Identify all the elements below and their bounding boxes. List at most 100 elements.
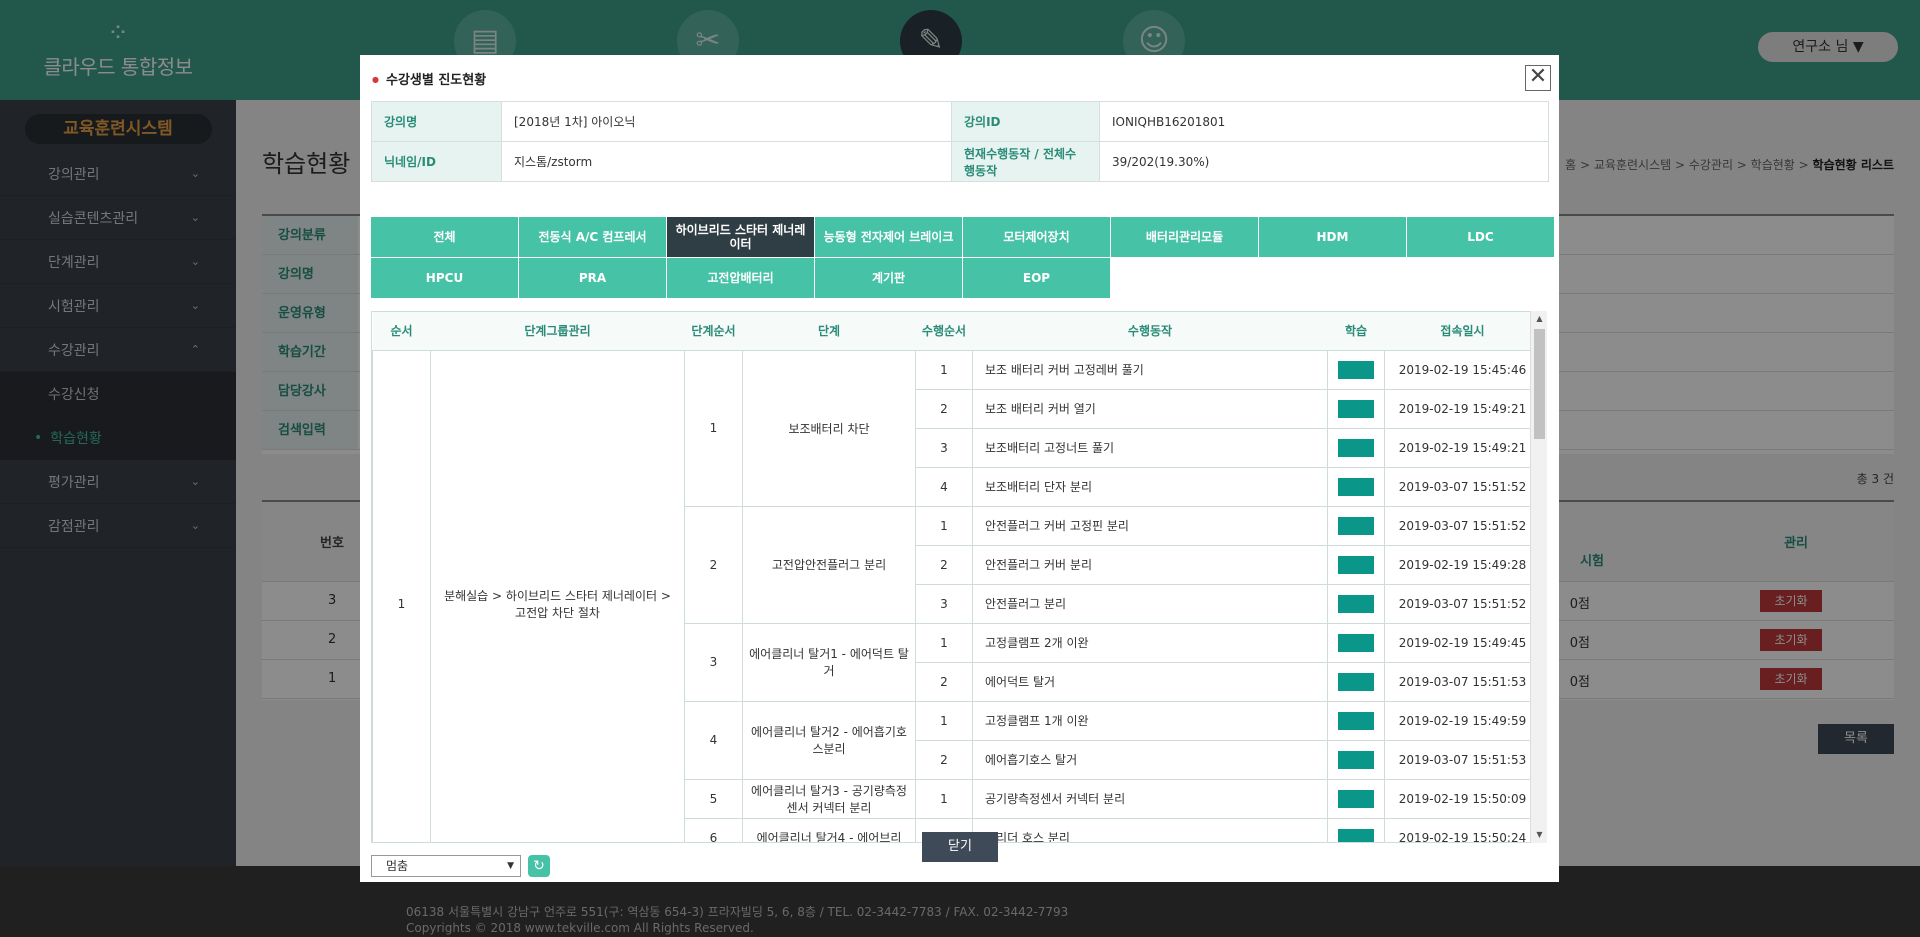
learn-status-icon	[1338, 711, 1374, 730]
tab-category[interactable]: LDC	[1407, 217, 1554, 257]
action-seq: 3	[915, 427, 973, 468]
action-seq: 1	[915, 778, 973, 819]
access-time: 2019-02-19 15:49:45	[1384, 622, 1538, 663]
access-time: 2019-02-19 15:50:24	[1384, 817, 1538, 842]
column-header: 수행동작	[972, 312, 1328, 351]
close-icon[interactable]: ✕	[1525, 65, 1551, 91]
course-id-label: 강의ID	[951, 101, 1100, 142]
column-header: 순서	[372, 312, 431, 351]
action-seq: 1	[915, 700, 973, 741]
action-name: 에어흡기호스 탈거	[972, 739, 1328, 780]
action-seq: 4	[915, 466, 973, 507]
learn-status-icon	[1338, 438, 1374, 457]
tab-category[interactable]: PRA	[519, 258, 666, 298]
step-order: 5	[684, 778, 743, 819]
progress-modal: 수강생별 진도현황 ✕ 강의명 [2018년 1차] 아이오닉 강의ID ION…	[360, 55, 1559, 882]
grid-body: 1 분해실습 > 하이브리드 스타터 제너레이터 > 고전압 차단 절차 1 보조배터…	[372, 349, 1538, 842]
action-seq: 1	[915, 622, 973, 663]
grid-header-row: 순서 단계그룹관리 단계순서 단계 수행순서 수행동작 학습 접속일시	[372, 312, 1538, 351]
column-header: 접속일시	[1384, 312, 1538, 351]
learn-status-icon	[1338, 477, 1374, 496]
access-time: 2019-03-07 15:51:53	[1384, 661, 1538, 702]
dropdown-arrow-icon: ▼	[507, 861, 514, 871]
learn-status	[1327, 349, 1385, 390]
progress-grid: 순서 단계그룹관리 단계순서 단계 수행순서 수행동작 학습 접속일시 1 분해실습 > 하이브…	[372, 312, 1538, 842]
tab-category[interactable]: HDM	[1259, 217, 1406, 257]
learn-status	[1327, 739, 1385, 780]
tab-category[interactable]: HPCU	[371, 258, 518, 298]
access-time: 2019-03-07 15:51:52	[1384, 505, 1538, 546]
tab-category[interactable]: 고전압배터리	[667, 258, 814, 298]
access-time: 2019-02-19 15:45:46	[1384, 349, 1538, 390]
tab-category[interactable]: 하이브리드 스타터 제너레이터	[667, 217, 814, 257]
status-select-value: 멈춤	[386, 859, 409, 873]
close-button[interactable]: 닫기	[922, 832, 998, 862]
learn-status	[1327, 388, 1385, 429]
scroll-thumb[interactable]	[1534, 329, 1545, 439]
column-header: 단계순서	[684, 312, 743, 351]
category-tabs: 전체 전동식 A/C 컴프레서 하이브리드 스타터 제너레이터 능동형 전자제어 브레…	[371, 217, 1554, 298]
learn-status-icon	[1338, 789, 1374, 808]
step-order: 2	[684, 505, 743, 624]
tab-category[interactable]: EOP	[963, 258, 1110, 298]
learn-status	[1327, 622, 1385, 663]
scroll-down-icon[interactable]: ▼	[1531, 827, 1548, 843]
action-name: 에어덕트 탈거	[972, 661, 1328, 702]
tab-category[interactable]: 전체	[371, 217, 518, 257]
progress-value: 39/202(19.30%)	[1099, 141, 1549, 182]
step-name: 에어클리너 탈거1 - 에어덕트 탈거	[742, 622, 916, 702]
step-name: 에어클리너 탈거4 - 에어브리	[742, 817, 916, 842]
tab-category[interactable]: 전동식 A/C 컴프레서	[519, 217, 666, 257]
tab-category[interactable]: 능동형 전자제어 브레이크	[815, 217, 962, 257]
course-name-label: 강의명	[371, 101, 502, 142]
learn-status-icon	[1338, 516, 1374, 535]
step-name: 보조배터리 차단	[742, 349, 916, 507]
learn-status	[1327, 427, 1385, 468]
action-name: 안전플러그 커버 분리	[972, 544, 1328, 585]
action-seq: 1	[915, 349, 973, 390]
learn-status	[1327, 466, 1385, 507]
learn-status-icon	[1338, 672, 1374, 691]
action-seq: 2	[915, 544, 973, 585]
column-header: 단계그룹관리	[430, 312, 685, 351]
step-order: 1	[684, 349, 743, 507]
learn-status-icon	[1338, 594, 1374, 613]
learn-status-icon	[1338, 360, 1374, 379]
step-name: 고전압안전플러그 분리	[742, 505, 916, 624]
access-time: 2019-03-07 15:51:53	[1384, 739, 1538, 780]
step-order: 4	[684, 700, 743, 780]
step-order: 6	[684, 817, 743, 842]
learn-status	[1327, 505, 1385, 546]
action-name: 고정클램프 2개 이완	[972, 622, 1328, 663]
learn-status	[1327, 778, 1385, 819]
app-root: ⁘ 클라우드 통합정보 교육훈련시스템 강의관리 ⌄ 실습콘텐츠관리 ⌄ 단계관리 ⌄ 시험…	[0, 0, 1920, 937]
group-order: 1	[372, 349, 431, 842]
nickname-label: 닉네임/ID	[371, 141, 502, 182]
learn-status-icon	[1338, 750, 1374, 769]
learn-status	[1327, 583, 1385, 624]
course-info-table: 강의명 [2018년 1차] 아이오닉 강의ID IONIQHB16201801…	[371, 101, 1549, 182]
learn-status	[1327, 700, 1385, 741]
refresh-icon[interactable]: ↻	[528, 855, 550, 877]
access-time: 2019-02-19 15:49:28	[1384, 544, 1538, 585]
column-header: 단계	[742, 312, 916, 351]
action-seq: 2	[915, 661, 973, 702]
access-time: 2019-02-19 15:49:59	[1384, 700, 1538, 741]
column-header: 학습	[1327, 312, 1385, 351]
action-seq: 3	[915, 583, 973, 624]
action-name: 공기량측정센서 커넥터 분리	[972, 778, 1328, 819]
access-time: 2019-03-07 15:51:52	[1384, 466, 1538, 507]
step-order: 3	[684, 622, 743, 702]
tab-category[interactable]: 모터제어장치	[963, 217, 1110, 257]
scroll-up-icon[interactable]: ▲	[1531, 311, 1548, 327]
tab-category[interactable]: 배터리관리모듈	[1111, 217, 1258, 257]
progress-label: 현재수행동작 / 전체수행동작	[951, 141, 1100, 182]
tab-category[interactable]: 계기판	[815, 258, 962, 298]
progress-grid-viewport: 순서 단계그룹관리 단계순서 단계 수행순서 수행동작 학습 접속일시 1 분해실습 > 하이브…	[371, 311, 1539, 843]
learn-status-icon	[1338, 633, 1374, 652]
access-time: 2019-02-19 15:49:21	[1384, 427, 1538, 468]
course-name-value: [2018년 1차] 아이오닉	[501, 101, 952, 142]
grid-scrollbar[interactable]: ▲ ▼	[1530, 311, 1547, 843]
action-seq: 2	[915, 739, 973, 780]
status-select[interactable]: 멈춤 ▼	[371, 855, 521, 877]
